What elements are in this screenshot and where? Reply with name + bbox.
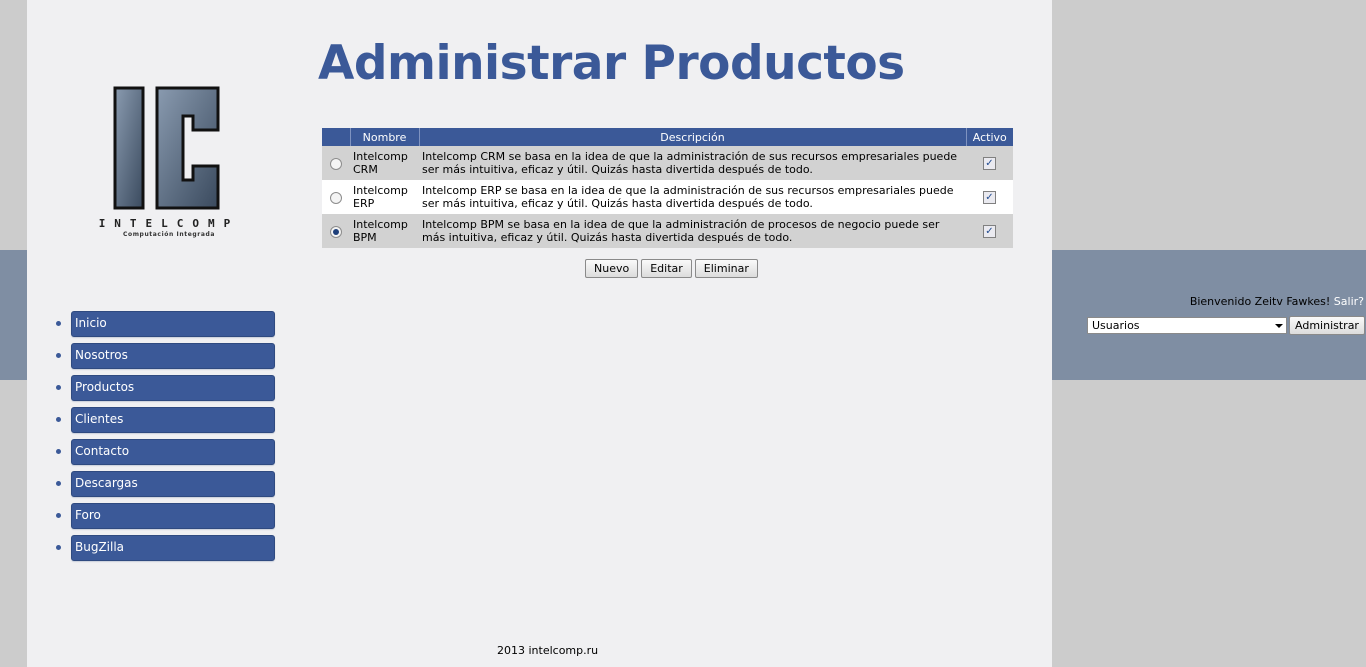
product-description: Intelcomp ERP se basa en la idea de que …: [419, 180, 966, 214]
bullet-icon: [56, 449, 61, 454]
bullet-icon: [56, 417, 61, 422]
column-header-description: Descripción: [419, 128, 967, 146]
column-header-active: Activo: [966, 128, 1013, 146]
ic-monogram-icon: [113, 86, 220, 210]
logo-tagline: Computación Integrada: [122, 231, 216, 238]
logout-link[interactable]: Salir?: [1334, 295, 1364, 308]
table-row[interactable]: Intelcomp ERP Intelcomp ERP se basa en l…: [322, 180, 1013, 214]
product-description: Intelcomp BPM se basa en la idea de que …: [419, 214, 966, 248]
table-header-row: Nombre Descripción Activo: [322, 128, 1013, 146]
bullet-icon: [56, 481, 61, 486]
menu-item-clientes[interactable]: Clientes: [71, 407, 275, 433]
menu-item-bugzilla[interactable]: BugZilla: [71, 535, 275, 561]
footer-text: 2013 intelcomp.ru: [497, 644, 599, 657]
product-description: Intelcomp CRM se basa en la idea de que …: [419, 146, 966, 180]
bullet-icon: [56, 353, 61, 358]
menu-item-foro[interactable]: Foro: [71, 503, 275, 529]
admin-section-select[interactable]: Usuarios: [1087, 317, 1287, 334]
administer-button[interactable]: Administrar: [1289, 316, 1365, 335]
row-select-radio[interactable]: [330, 191, 342, 204]
new-button[interactable]: Nuevo: [585, 259, 639, 278]
row-select-radio[interactable]: [330, 157, 342, 170]
intelcomp-logo: INTELCOMP Computación Integrada: [75, 84, 263, 244]
menu-item-contacto[interactable]: Contacto: [71, 439, 275, 465]
column-header-select: [322, 128, 351, 146]
active-checkbox[interactable]: ✓: [983, 190, 996, 204]
product-name: Intelcomp BPM: [350, 214, 419, 248]
admin-controls: Usuarios Administrar: [1087, 316, 1366, 336]
bullet-icon: [56, 321, 61, 326]
bullet-icon: [56, 385, 61, 390]
column-header-name: Nombre: [350, 128, 420, 146]
menu-item-nosotros[interactable]: Nosotros: [71, 343, 275, 369]
table-row[interactable]: Intelcomp BPM Intelcomp BPM se basa en l…: [322, 214, 1013, 248]
menu-item-inicio[interactable]: Inicio: [71, 311, 275, 337]
table-actions: Nuevo Editar Eliminar: [585, 259, 758, 278]
welcome-text: Bienvenido Zeitv Fawkes!: [1189, 295, 1331, 308]
bullet-icon: [56, 545, 61, 550]
delete-button[interactable]: Eliminar: [694, 259, 758, 278]
page-content: INTELCOMP Computación Integrada Administ…: [27, 0, 1052, 667]
bullet-icon: [56, 513, 61, 518]
row-select-radio[interactable]: [330, 225, 342, 238]
products-table: Nombre Descripción Activo Intelcomp CRM …: [322, 128, 1013, 248]
user-welcome: Bienvenido Zeitv Fawkes! Salir?: [1190, 295, 1364, 308]
active-checkbox[interactable]: ✓: [983, 224, 996, 238]
product-name: Intelcomp ERP: [350, 180, 419, 214]
page-title: Administrar Productos: [318, 36, 905, 91]
menu-item-descargas[interactable]: Descargas: [71, 471, 275, 497]
edit-button[interactable]: Editar: [641, 259, 692, 278]
table-row[interactable]: Intelcomp CRM Intelcomp CRM se basa en l…: [322, 146, 1013, 180]
active-checkbox[interactable]: ✓: [983, 156, 996, 170]
admin-select-value: Usuarios: [1092, 319, 1140, 332]
chevron-down-icon: [1275, 324, 1283, 328]
menu-item-productos[interactable]: Productos: [71, 375, 275, 401]
logo-wordmark: INTELCOMP: [98, 217, 240, 230]
product-name: Intelcomp CRM: [350, 146, 419, 180]
